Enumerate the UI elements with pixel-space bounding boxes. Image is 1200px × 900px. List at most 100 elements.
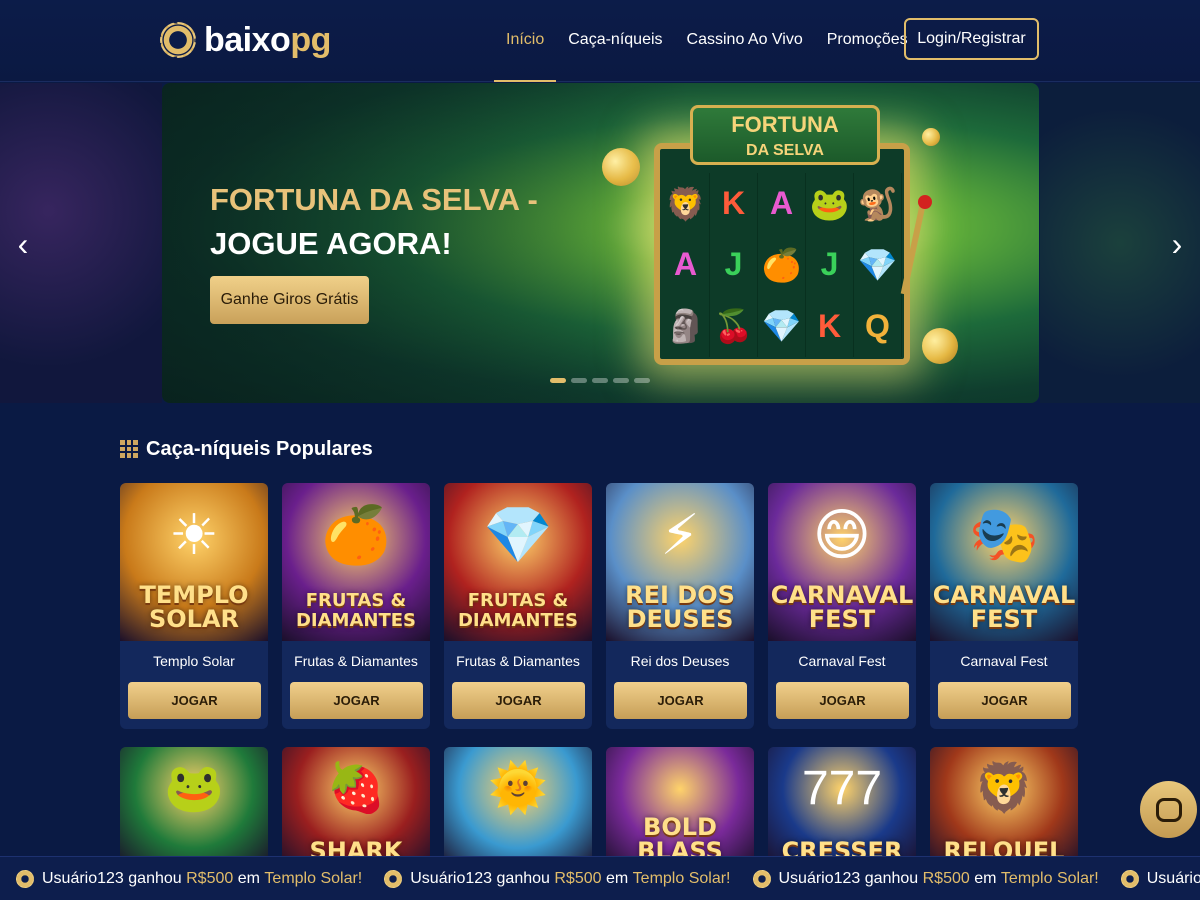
ticker-amount: R$500 — [554, 870, 602, 887]
carousel-dot[interactable] — [613, 378, 629, 383]
coin-icon — [752, 870, 771, 888]
brand-name-part1: baixo — [204, 20, 291, 59]
ticker-user: Usuário123 ganhou — [42, 870, 182, 887]
game-thumbnail[interactable]: BOLD BLASS — [606, 747, 754, 867]
reel-symbol: K — [710, 173, 758, 235]
game-art-title: REI DOS DEUSES — [625, 581, 735, 633]
game-card[interactable]: 🦁 RELOUEL — [930, 747, 1078, 867]
nav-item-inicio[interactable]: Início — [494, 0, 557, 82]
game-card[interactable]: 💎 FRUTAS & DIAMANTES Frutas & Diamantes JOG… — [444, 483, 592, 729]
game-art-glyph: 🐸 — [164, 762, 224, 815]
game-art-title: CARNAVAL FEST — [770, 581, 914, 633]
reel-symbol: 🍒 — [710, 295, 758, 357]
game-art-title: TEMPLO SOLAR — [139, 581, 249, 633]
ticker-item: Usuário123 ganhou R$500 em Templo Solar! — [752, 857, 1099, 900]
ticker-user: Usuário123 ganhou — [1146, 870, 1200, 887]
reel-symbol: 🐸 — [806, 173, 854, 235]
chevron-right-icon[interactable]: › — [1162, 224, 1192, 264]
game-card[interactable]: ⚡ REI DOS DEUSES Rei dos Deuses JOGAR — [606, 483, 754, 729]
game-thumbnail[interactable]: 🍓 SHARK — [282, 747, 430, 867]
login-register-button[interactable]: Login/Registrar — [904, 18, 1039, 60]
chat-bubble-icon — [1155, 797, 1182, 822]
poker-chip-icon — [160, 22, 196, 58]
reel-symbol: 🐒 — [854, 173, 902, 235]
game-card[interactable]: 🌞 — [444, 747, 592, 867]
game-card[interactable]: 🍓 SHARK — [282, 747, 430, 867]
game-art-glyph: 🌞 — [488, 762, 548, 815]
game-thumbnail[interactable]: 💎 FRUTAS & DIAMANTES — [444, 483, 592, 641]
game-thumbnail[interactable]: 🍊 FRUTAS & DIAMANTES — [282, 483, 430, 641]
game-card[interactable]: 🍊 FRUTAS & DIAMANTES Frutas & Diamantes JOG… — [282, 483, 430, 729]
brand-name-part2: pg — [290, 20, 331, 59]
banner-title-line1: FORTUNA DA SELVA - — [210, 182, 538, 217]
game-art-glyph: 🦁 — [974, 762, 1034, 815]
play-button[interactable]: JOGAR — [938, 682, 1071, 719]
hero-banner[interactable]: FORTUNA DA SELVA - JOGUE AGORA! Ganhe Gi… — [162, 83, 1039, 403]
game-grid: ☀ TEMPLO SOLAR Templo Solar JOGAR 🍊 FRUTAS & … — [120, 483, 1080, 867]
banner-title: FORTUNA DA SELVA - JOGUE AGORA! — [210, 178, 550, 266]
play-button[interactable]: JOGAR — [290, 682, 423, 719]
ticker-game: Templo Solar! — [264, 870, 363, 887]
game-art-glyph: ⚡ — [660, 503, 700, 566]
brand-name: baixopg — [204, 21, 331, 60]
game-name: Templo Solar — [153, 653, 235, 669]
game-thumbnail[interactable]: 🌞 — [444, 747, 592, 867]
game-card[interactable]: BOLD BLASS — [606, 747, 754, 867]
nav-item-cassino-ao-vivo[interactable]: Cassino Ao Vivo — [675, 0, 815, 82]
reel-symbol: 💎 — [758, 295, 806, 357]
ticker-item: Usuário123 ganhou R$500 em Templo Solar! — [16, 857, 362, 900]
carousel-dot[interactable] — [571, 378, 587, 383]
free-spins-button[interactable]: Ganhe Giros Grátis — [210, 276, 369, 324]
coin-icon — [16, 870, 34, 888]
banner-title-line2: JOGUE AGORA! — [210, 226, 452, 261]
game-card[interactable]: 😄 CARNAVAL FEST Carnaval Fest JOGAR — [768, 483, 916, 729]
nav-item-caca-niqueis[interactable]: Caça-níqueis — [556, 0, 674, 82]
reel-symbol: 🍊 — [758, 234, 806, 296]
game-card[interactable]: 🎭 CARNAVAL FEST Carnaval Fest JOGAR — [930, 483, 1078, 729]
ticker-user: Usuário123 ganhou — [410, 870, 550, 887]
play-button[interactable]: JOGAR — [776, 682, 909, 719]
play-button[interactable]: JOGAR — [452, 682, 585, 719]
reel-symbol: J — [806, 234, 854, 296]
game-thumbnail[interactable]: 🦁 RELOUEL — [930, 747, 1078, 867]
site-header: baixopg Início Caça-níqueis Cassino Ao V… — [0, 0, 1200, 82]
game-thumbnail[interactable]: ⚡ REI DOS DEUSES — [606, 483, 754, 641]
chat-button[interactable] — [1140, 781, 1197, 838]
slot-lever-knob — [918, 195, 932, 209]
play-button[interactable]: JOGAR — [614, 682, 747, 719]
ticker-user: Usuário123 ganhou — [778, 870, 919, 887]
slot-reels: 🦁 K A 🐸 🐒 A J 🍊 J 💎 🗿 🍒 💎 K Q — [662, 173, 902, 357]
game-thumbnail[interactable]: 🎭 CARNAVAL FEST — [930, 483, 1078, 641]
ticker-item: Usuário123 ganhou R$500 em Templo Solar! — [384, 857, 731, 900]
game-card[interactable]: 777 CRESSER — [768, 747, 916, 867]
ticker-game: Templo Solar! — [1000, 870, 1099, 887]
game-art-glyph: ☀ — [168, 503, 220, 566]
ticker-prep: em — [974, 870, 997, 887]
gold-coin-icon — [602, 148, 640, 186]
game-name: Carnaval Fest — [798, 653, 886, 669]
game-thumbnail[interactable]: 😄 CARNAVAL FEST — [768, 483, 916, 641]
coin-icon — [1120, 870, 1139, 888]
ticker-prep: em — [605, 870, 629, 887]
play-button[interactable]: JOGAR — [128, 682, 261, 719]
reel-symbol: 💎 — [854, 234, 902, 296]
game-art-glyph: 🍊 — [321, 503, 391, 566]
game-thumbnail[interactable]: 777 CRESSER — [768, 747, 916, 867]
slot-game-sign: FORTUNA DA SELVA — [690, 105, 880, 165]
reel-symbol: K — [806, 295, 854, 357]
chevron-left-icon[interactable]: ‹ — [8, 224, 38, 264]
carousel-dot[interactable] — [634, 378, 650, 383]
game-art-glyph: 💎 — [483, 503, 553, 566]
carousel-dot[interactable] — [550, 378, 566, 383]
brand-logo[interactable]: baixopg — [160, 14, 331, 66]
game-card[interactable]: ☀ TEMPLO SOLAR Templo Solar JOGAR — [120, 483, 268, 729]
slot-sign-line2: DA SELVA — [746, 142, 824, 159]
coin-icon — [384, 870, 403, 888]
game-name: Carnaval Fest — [960, 653, 1048, 669]
game-thumbnail[interactable]: ☀ TEMPLO SOLAR — [120, 483, 268, 641]
carousel-dot[interactable] — [592, 378, 608, 383]
reel-symbol: J — [710, 234, 758, 296]
game-thumbnail[interactable]: 🐸 — [120, 747, 268, 867]
game-card[interactable]: 🐸 — [120, 747, 268, 867]
section-title: Caça-níqueis Populares — [120, 434, 373, 464]
